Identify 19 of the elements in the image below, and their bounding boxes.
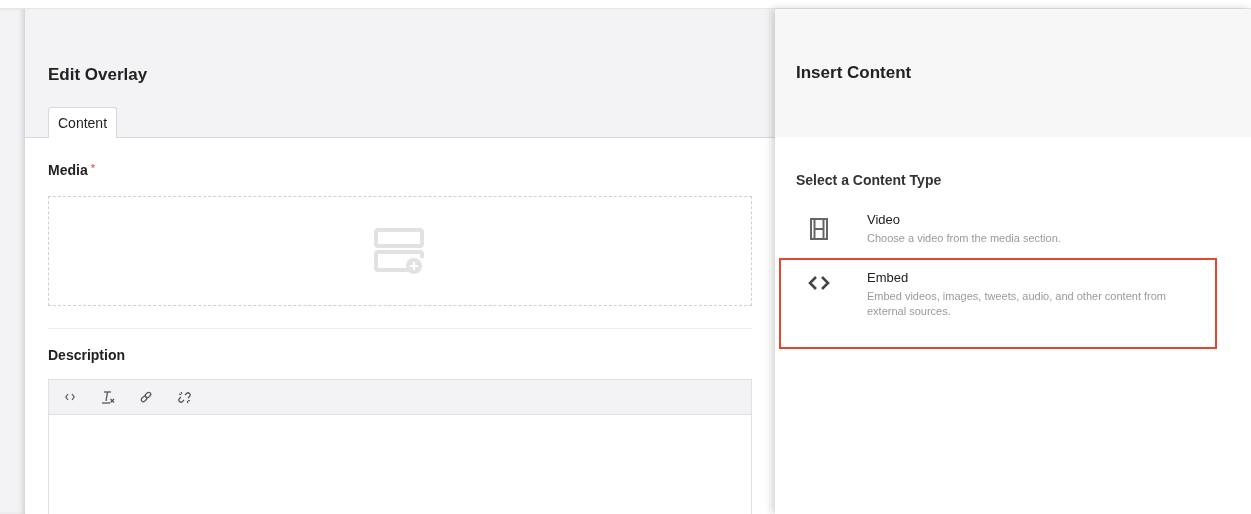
film-icon	[810, 218, 828, 240]
field-label: Media *	[48, 162, 96, 178]
add-media-icon	[374, 228, 426, 274]
option-description: Embed videos, images, tweets, audio, and other content from external sources.	[867, 288, 1167, 319]
content-type-option[interactable]: Embed Embed videos, images, tweets, audio, and other content from external sources.	[779, 257, 1217, 349]
section-heading: Select a Content Type	[796, 172, 943, 188]
content-type-option[interactable]: Video Choose a video from the media section.	[775, 200, 1251, 258]
option-title: Video	[867, 212, 901, 227]
field-label: Description	[48, 347, 126, 363]
content-tab[interactable]: Content	[48, 107, 118, 138]
link-icon	[140, 391, 152, 403]
unlink-icon	[177, 390, 191, 404]
clear-format-icon	[101, 390, 115, 404]
code-icon	[65, 393, 75, 401]
panel-title: Insert Content	[796, 63, 912, 83]
option-description: Choose a video from the media section.	[867, 231, 1061, 246]
panel-title: Edit Overlay	[48, 65, 149, 85]
code-icon	[808, 275, 830, 290]
option-title: Embed	[867, 269, 910, 285]
